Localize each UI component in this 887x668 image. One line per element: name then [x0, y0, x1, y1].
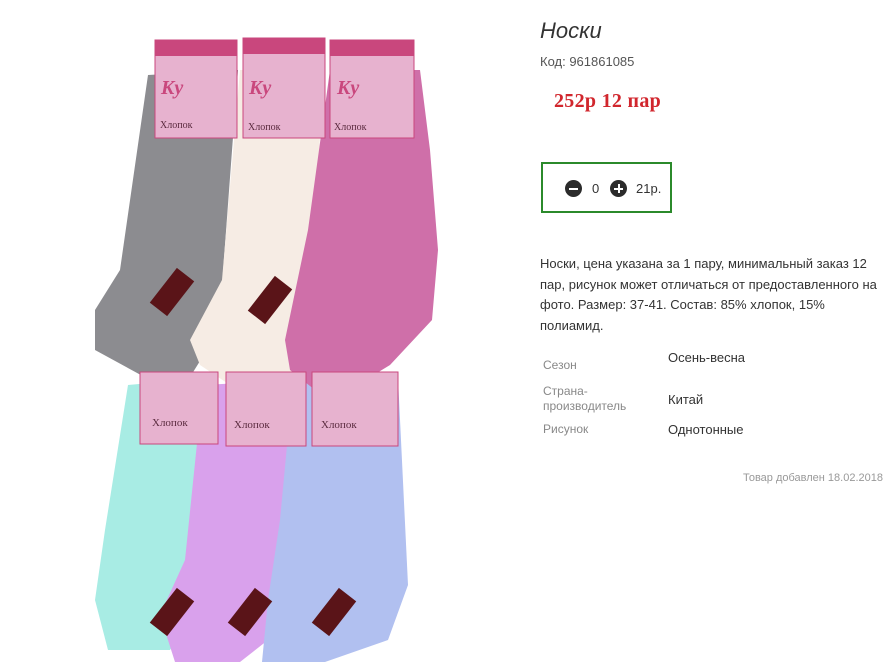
plus-icon[interactable] — [610, 180, 627, 197]
sock-label-3: Ky Хлопок — [329, 39, 415, 139]
material-text: Хлопок — [248, 122, 281, 133]
sock-label-2: Ky Хлопок — [242, 37, 326, 139]
material-text: Хлопок — [160, 120, 193, 131]
svg-text:Хлопок: Хлопок — [234, 419, 270, 431]
property-key: Рисунок — [543, 422, 589, 436]
sock-label-5: Хлопок — [225, 371, 307, 447]
minus-icon[interactable] — [565, 180, 582, 197]
quantity-stepper: 0 21р. — [541, 162, 672, 213]
property-value: Китай — [668, 392, 704, 407]
property-key: Сезон — [543, 358, 577, 372]
brand-text: Ky — [160, 77, 183, 99]
svg-text:Хлопок: Хлопок — [321, 419, 357, 431]
material-text: Хлопок — [334, 122, 367, 133]
product-code: Код: 961861085 — [540, 54, 635, 69]
product-price: 252р 12 пар — [554, 90, 662, 112]
sock-label-1: Ky Хлопок — [154, 39, 238, 139]
unit-price: 21р. — [636, 181, 662, 196]
quantity-value[interactable]: 0 — [592, 181, 599, 196]
property-value: Однотонные — [668, 422, 744, 437]
property-key: Страна-производитель — [543, 384, 627, 413]
added-date: Товар добавлен 18.02.2018 — [742, 472, 883, 484]
property-value: Осень-весна — [668, 350, 746, 365]
svg-text:Хлопок: Хлопок — [152, 417, 188, 429]
sock-label-6: Хлопок — [311, 371, 399, 447]
sock-label-4: Хлопок — [139, 371, 219, 445]
brand-text: Ky — [336, 77, 359, 99]
product-photo[interactable]: Ky Хлопок Ky Хлопок Ky Хлопок Хлопок Хло… — [0, 0, 535, 668]
brand-text: Ky — [248, 77, 271, 99]
product-description: Носки, цена указана за 1 пару, минимальн… — [540, 256, 877, 333]
product-title: Носки — [540, 18, 602, 43]
